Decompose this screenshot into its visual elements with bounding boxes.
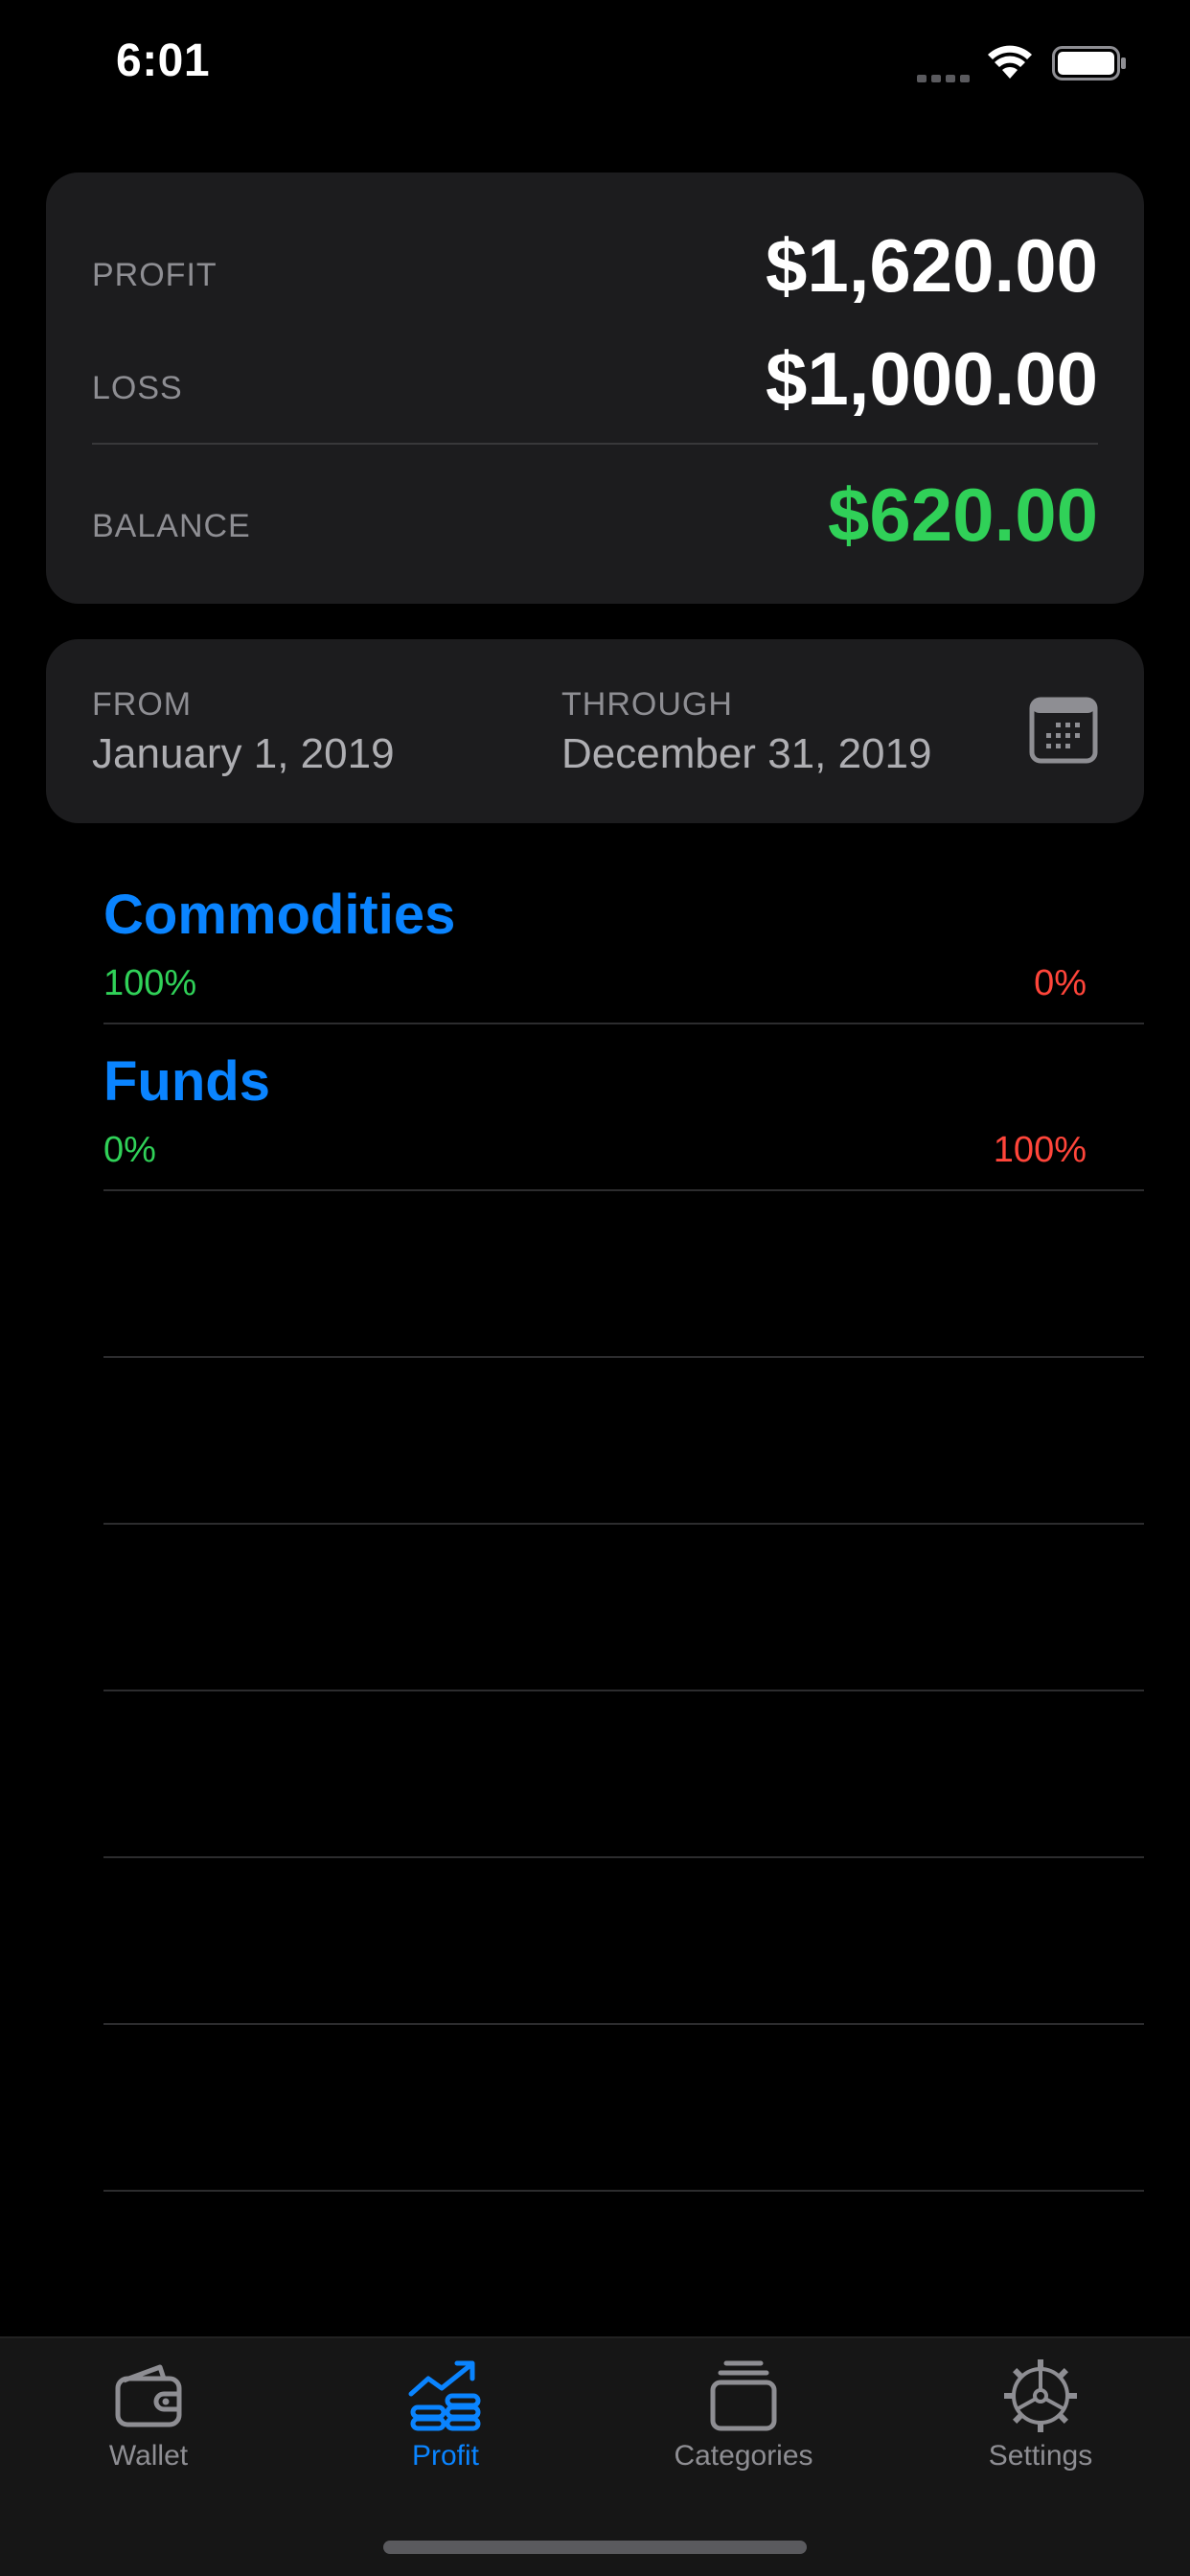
profit-label: PROFIT xyxy=(92,257,217,293)
from-value: January 1, 2019 xyxy=(92,730,395,777)
balance-value: $620.00 xyxy=(828,472,1098,557)
wifi-icon xyxy=(988,45,1032,79)
empty-row xyxy=(103,2025,1144,2192)
summary-divider xyxy=(92,443,1098,445)
cellular-signal-icon xyxy=(917,75,970,82)
category-list: Commodities 100% 0% Funds 0% 100% xyxy=(103,858,1144,2192)
tab-label: Wallet xyxy=(108,2440,189,2472)
status-bar: 6:01 xyxy=(0,0,1190,134)
category-row-commodities[interactable]: Commodities 100% 0% xyxy=(103,858,1144,1024)
loss-value: $1,000.00 xyxy=(765,336,1098,421)
from-date[interactable]: FROM January 1, 2019 xyxy=(92,685,395,781)
balance-label: BALANCE xyxy=(92,508,251,544)
gear-icon xyxy=(1004,2359,1077,2432)
through-value: December 31, 2019 xyxy=(561,730,932,777)
status-time: 6:01 xyxy=(116,35,211,86)
category-loss-percent: 100% xyxy=(993,1130,1087,1170)
summary-card: PROFIT $1,620.00 LOSS $1,000.00 BALANCE … xyxy=(46,172,1144,604)
profit-value: $1,620.00 xyxy=(765,223,1098,308)
categories-stack-icon xyxy=(710,2360,777,2431)
category-name: Commodities xyxy=(103,884,456,946)
date-range-card: FROM January 1, 2019 THROUGH December 31… xyxy=(46,639,1144,823)
profit-row: PROFIT $1,620.00 xyxy=(92,222,1098,318)
category-profit-percent: 100% xyxy=(103,963,197,1003)
empty-row xyxy=(103,1525,1144,1691)
tab-label: Settings xyxy=(988,2440,1093,2472)
tab-wallet[interactable]: Wallet xyxy=(34,2358,263,2492)
calendar-icon[interactable] xyxy=(1029,697,1098,764)
through-date[interactable]: THROUGH December 31, 2019 xyxy=(561,685,931,781)
category-loss-percent: 0% xyxy=(1034,963,1087,1003)
tab-label: Categories xyxy=(674,2440,813,2472)
category-profit-percent: 0% xyxy=(103,1130,156,1170)
tab-categories[interactable]: Categories xyxy=(629,2358,858,2492)
battery-icon xyxy=(1052,46,1126,80)
loss-row: LOSS $1,000.00 xyxy=(92,335,1098,431)
category-row-funds[interactable]: Funds 0% 100% xyxy=(103,1024,1144,1191)
profit-chart-icon xyxy=(408,2360,481,2431)
tab-profit[interactable]: Profit xyxy=(331,2358,561,2492)
empty-row xyxy=(103,1858,1144,2025)
profit-screen: 6:01 PROFIT $1,620.00 LOSS $1,000.00 BAL… xyxy=(0,0,1190,2576)
tab-label: Profit xyxy=(411,2440,480,2472)
from-label: FROM xyxy=(92,686,193,723)
wallet-icon xyxy=(115,2364,182,2427)
empty-row xyxy=(103,1691,1144,1858)
tab-settings[interactable]: Settings xyxy=(926,2358,1156,2492)
balance-row: BALANCE $620.00 xyxy=(92,472,1098,567)
category-name: Funds xyxy=(103,1050,270,1113)
home-indicator[interactable] xyxy=(383,2541,807,2554)
empty-row xyxy=(103,1358,1144,1525)
empty-row xyxy=(103,1191,1144,1358)
loss-label: LOSS xyxy=(92,370,183,406)
through-label: THROUGH xyxy=(561,686,733,723)
